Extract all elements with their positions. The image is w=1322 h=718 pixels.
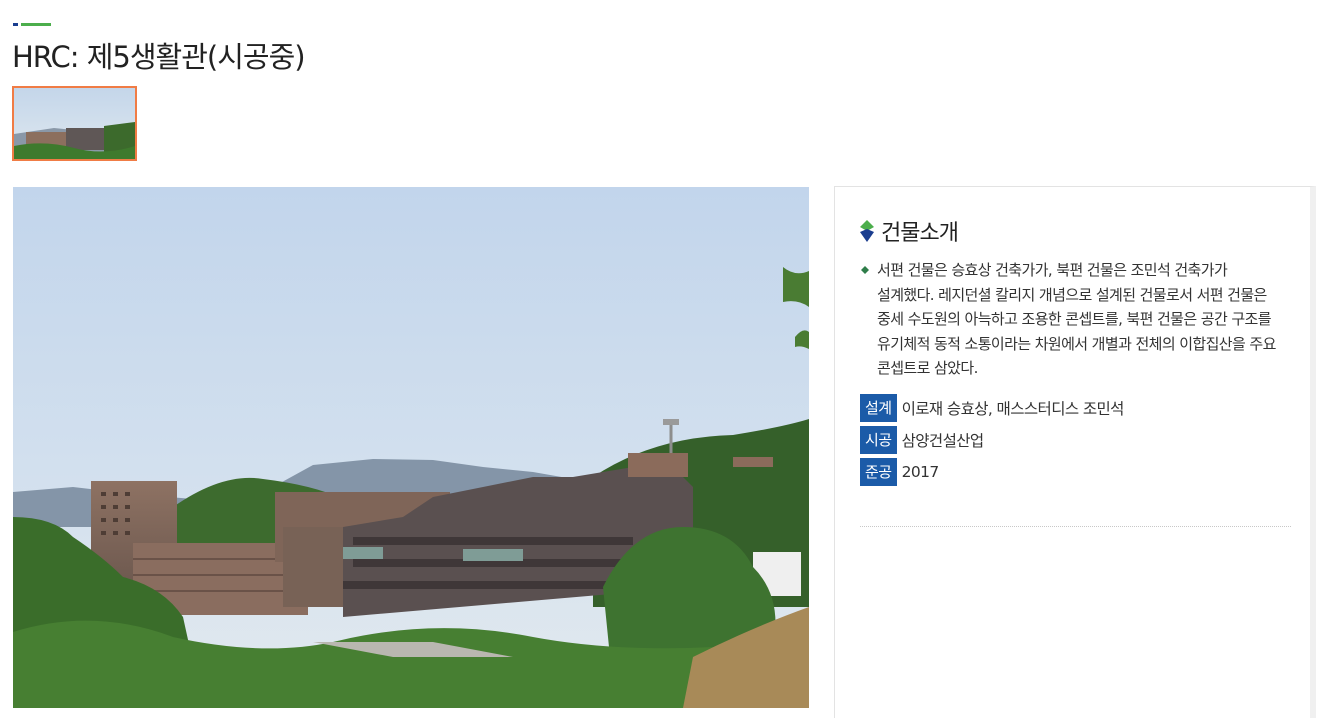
dotted-divider [860,526,1291,527]
facts-list: 설계 이로재 승효상, 매스스터디스 조민석 시공 삼양건설산업 준공 2017 [860,393,1124,489]
fact-row-completion: 준공 2017 [860,457,1124,486]
info-heading-text: 건물소개 [881,221,959,246]
fact-label-construction: 시공 [860,425,897,454]
diamond-icon [860,220,874,242]
fact-row-construction: 시공 삼양건설산업 [860,425,1124,454]
title-accent-green [21,23,51,26]
building-photo [13,187,809,708]
fact-label-design: 설계 [860,393,897,422]
fact-value-completion: 2017 [901,462,940,481]
bullet-diamond-icon [861,266,869,274]
description-item: 서편 건물은 승효상 건축가가, 북편 건물은 조민석 건축가가 설계했다. 레… [861,258,1286,381]
building-info-panel: 건물소개 서편 건물은 승효상 건축가가, 북편 건물은 조민석 건축가가 설계… [834,186,1316,718]
title-accent-blue [13,23,18,26]
info-heading: 건물소개 [859,215,959,247]
building-photo-image [13,187,809,708]
page-title: HRC: 제5생활관(시공중) [12,40,306,74]
fact-row-design: 설계 이로재 승효상, 매스스터디스 조민석 [860,393,1124,422]
fact-label-completion: 준공 [860,457,897,486]
fact-value-construction: 삼양건설산업 [901,431,985,450]
description-text: 서편 건물은 승효상 건축가가, 북편 건물은 조민석 건축가가 설계했다. 레… [877,261,1276,377]
fact-value-design: 이로재 승효상, 매스스터디스 조민석 [901,399,1125,418]
gallery-thumbnail[interactable] [12,86,137,161]
thumbnail-image [14,88,135,159]
title-accent-bar [13,23,51,26]
